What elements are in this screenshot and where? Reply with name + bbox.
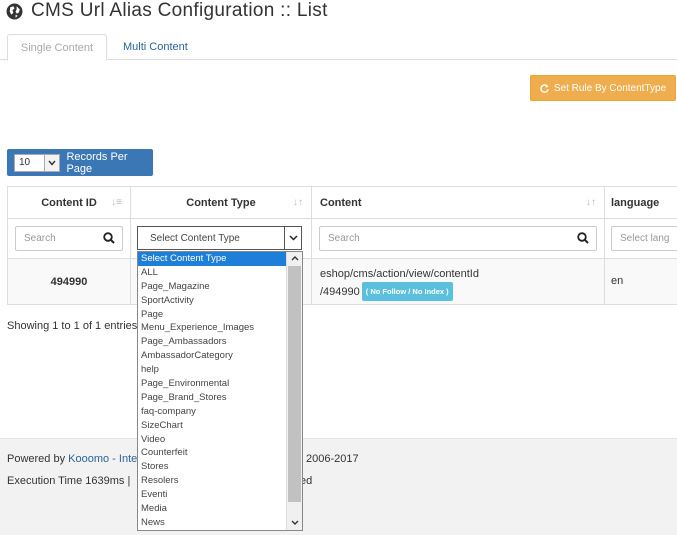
filter-row: Search Search Select lang: [7, 219, 677, 259]
dropdown-option[interactable]: ALL: [138, 266, 287, 280]
dropdown-option[interactable]: SportActivity: [138, 294, 287, 308]
page-title-text: CMS Url Alias Configuration :: List: [31, 0, 328, 21]
column-header-label: language: [611, 196, 660, 209]
dropdown-option[interactable]: News: [138, 516, 287, 530]
records-per-page-select[interactable]: 10: [14, 153, 61, 172]
column-header-content[interactable]: Content ↓↑: [311, 186, 604, 219]
chevron-down-icon[interactable]: [284, 227, 301, 249]
search-placeholder: Search: [328, 233, 360, 244]
dropdown-option[interactable]: Counterfeit: [138, 446, 287, 460]
sort-asc-icon: ↓≡: [111, 197, 122, 208]
chevron-down-icon: [44, 154, 60, 171]
no-follow-badge: ( No Follow / No Index ): [361, 282, 453, 301]
search-icon: [103, 232, 115, 244]
column-header-language[interactable]: language: [604, 186, 677, 219]
content-type-select-value: Select Content Type: [150, 232, 240, 244]
dropdown-option[interactable]: SizeChart: [138, 419, 287, 433]
app-root: CMS Url Alias Configuration :: List Sing…: [0, 0, 677, 535]
refresh-icon: [540, 83, 549, 93]
dropdown-option[interactable]: help: [138, 363, 287, 377]
language-placeholder: Select lang: [620, 233, 670, 244]
scrollbar-thumb[interactable]: [288, 266, 301, 502]
content-id-value: 494990: [50, 275, 88, 288]
sort-icon: ↓↑: [586, 197, 596, 208]
language-select[interactable]: Select lang: [611, 226, 677, 251]
copyright: 2006-2017: [306, 453, 359, 465]
content-type-dropdown[interactable]: Select Content Type ALL Page_Magazine Sport…: [137, 251, 303, 531]
dropdown-option[interactable]: Resolers: [138, 474, 287, 488]
content-path-line2: /494990: [320, 286, 360, 298]
tab-single-content[interactable]: Single Content: [7, 34, 107, 61]
content-type-options: Select Content Type ALL Page_Magazine Sport…: [138, 252, 287, 530]
content-cell: eshop/cms/action/view/contentId /494990(…: [312, 259, 605, 304]
sort-icon: ↓↑: [293, 197, 303, 208]
tab-bar: Single Content Multi Content: [0, 34, 677, 61]
page-title: CMS Url Alias Configuration :: List: [6, 0, 328, 22]
column-header-content-id[interactable]: Content ID ↓≡: [7, 186, 130, 219]
execution-time: Execution Time 1639ms |: [7, 475, 131, 487]
column-header-label: Content: [320, 196, 362, 209]
tab-multi-content[interactable]: Multi Content: [110, 34, 201, 60]
column-header-label: Content Type: [186, 196, 256, 209]
dropdown-option[interactable]: AmbassadorCategory: [138, 349, 287, 363]
powered-by: Powered by Kooomo - Inte: [7, 453, 137, 465]
records-per-page-control: 10 Records Per Page: [7, 149, 153, 176]
footer: Powered by Kooomo - Inte 2006-2017 Execu…: [0, 438, 677, 535]
content-path-line2-wrap: /494990( No Follow / No Index ): [320, 282, 604, 301]
content-id-search-input[interactable]: Search: [15, 226, 123, 251]
scroll-down-icon[interactable]: [287, 516, 302, 529]
dropdown-option[interactable]: Page_Ambassadors: [138, 335, 287, 349]
search-icon: [577, 232, 589, 244]
content-id-cell: 494990: [8, 259, 131, 304]
dropdown-option[interactable]: Menu_Experience_Images: [138, 321, 287, 335]
globe-icon: [6, 3, 23, 19]
powered-prefix: Powered by: [7, 453, 69, 465]
dropdown-option[interactable]: Eventi: [138, 488, 287, 502]
search-placeholder: Search: [24, 233, 56, 244]
dropdown-option[interactable]: Select Content Type: [138, 252, 287, 266]
dropdown-option[interactable]: Media: [138, 502, 287, 516]
content-path-line1: eshop/cms/action/view/contentId: [320, 268, 479, 280]
dropdown-option[interactable]: Video: [138, 433, 287, 447]
table-info: Showing 1 to 1 of 1 entries: [7, 320, 138, 332]
dropdown-option[interactable]: Page_Brand_Stores: [138, 391, 287, 405]
content-type-select[interactable]: Select Content Type: [137, 226, 302, 250]
content-search-input[interactable]: Search: [319, 226, 597, 251]
dropdown-option[interactable]: faq-company: [138, 405, 287, 419]
records-per-page-value: 10: [19, 157, 31, 168]
dropdown-option[interactable]: Page_Environmental: [138, 377, 287, 391]
set-rule-by-contenttype-button[interactable]: Set Rule By ContentType: [530, 75, 676, 101]
set-rule-label: Set Rule By ContentType: [553, 82, 667, 94]
dropdown-scrollbar[interactable]: [286, 252, 302, 530]
column-header-label: Content ID: [41, 196, 97, 209]
dropdown-option[interactable]: Stores: [138, 460, 287, 474]
dropdown-option[interactable]: Page: [138, 308, 287, 322]
dropdown-option[interactable]: Page_Magazine: [138, 280, 287, 294]
scroll-up-icon[interactable]: [287, 252, 302, 265]
records-per-page-label: Records Per Page: [66, 150, 128, 175]
language-value: en: [611, 275, 624, 287]
column-header-content-type[interactable]: Content Type ↓↑: [130, 186, 311, 219]
powered-link[interactable]: Kooomo - Inte: [68, 453, 137, 465]
table-row[interactable]: 494990 eshop/cms/action/view/contentId /…: [7, 259, 677, 305]
